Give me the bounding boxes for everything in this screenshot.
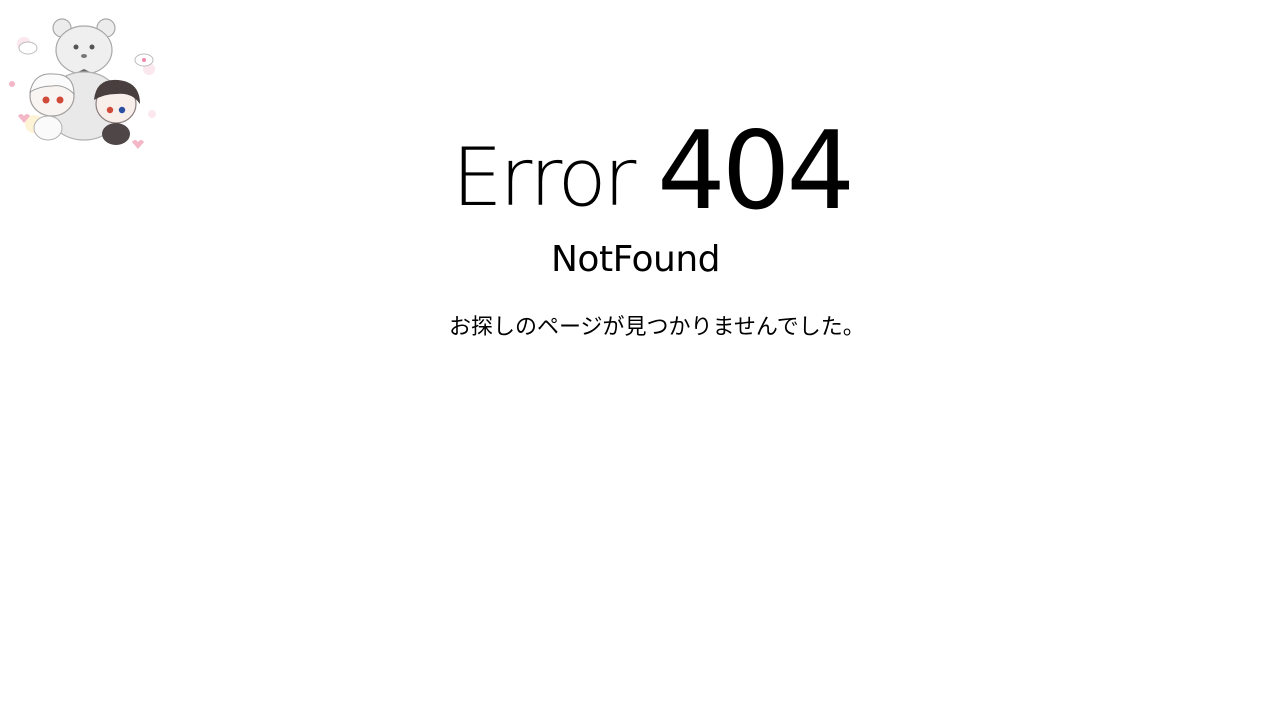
chibi-bear-logo: [4, 14, 162, 154]
error-code: 404: [657, 109, 855, 234]
error-word: Error: [452, 131, 636, 224]
error-page: Error 404 NotFound お探しのページが見つかりませんでした。: [0, 0, 1280, 720]
chibi-bear-icon: [9, 18, 156, 149]
error-subtitle: NotFound: [551, 239, 721, 280]
error-message: お探しのページが見つかりませんでした。: [449, 315, 865, 340]
